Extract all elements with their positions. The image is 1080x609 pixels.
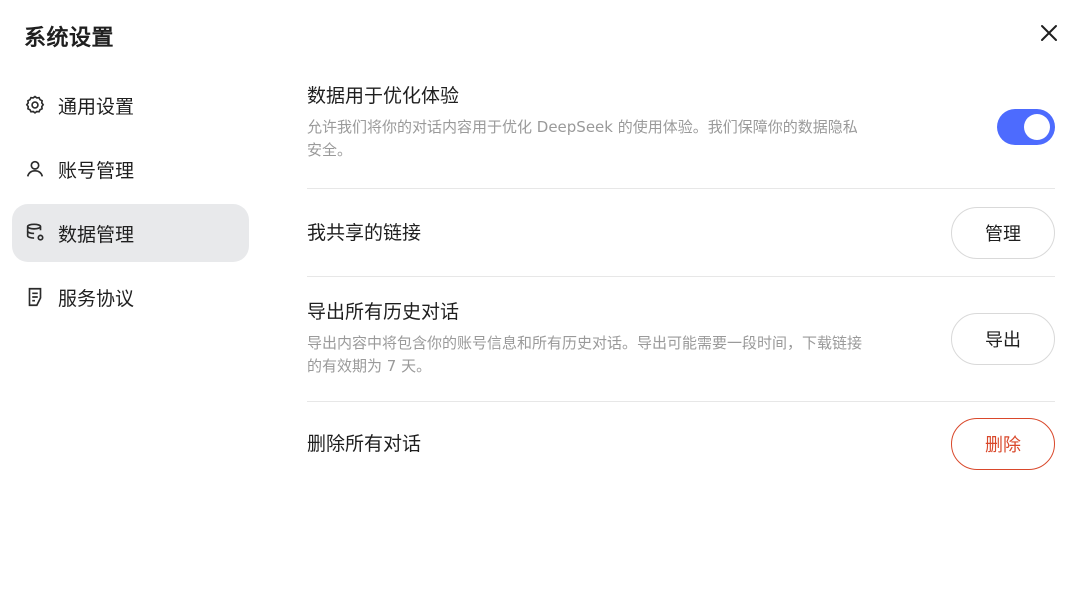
close-button[interactable] bbox=[1036, 20, 1062, 46]
delete-all-row: 删除所有对话 删除 bbox=[307, 402, 1055, 486]
optimize-experience-row: 数据用于优化体验 允许我们将你的对话内容用于优化 DeepSeek 的使用体验。… bbox=[307, 76, 1055, 189]
database-icon bbox=[24, 222, 46, 244]
optimize-title: 数据用于优化体验 bbox=[307, 85, 460, 107]
sidebar-item-data[interactable]: 数据管理 bbox=[12, 204, 249, 262]
export-history-row: 导出所有历史对话 导出内容中将包含你的账号信息和所有历史对话。导出可能需要一段时… bbox=[307, 277, 1055, 402]
data-management-panel: 数据用于优化体验 允许我们将你的对话内容用于优化 DeepSeek 的使用体验。… bbox=[307, 76, 1055, 486]
sidebar-item-label: 通用设置 bbox=[58, 95, 135, 118]
export-description: 导出内容中将包含你的账号信息和所有历史对话。导出可能需要一段时间，下载链接的有效… bbox=[307, 334, 863, 375]
sidebar: 通用设置 账号管理 数据管理 服务协议 bbox=[12, 76, 249, 332]
page-title: 系统设置 bbox=[24, 26, 115, 51]
manage-button[interactable]: 管理 bbox=[951, 206, 1055, 259]
close-icon bbox=[1041, 25, 1057, 41]
user-icon bbox=[24, 158, 46, 180]
sidebar-item-account[interactable]: 账号管理 bbox=[12, 140, 249, 198]
sidebar-item-label: 服务协议 bbox=[58, 287, 135, 310]
export-button[interactable]: 导出 bbox=[951, 313, 1055, 365]
document-icon bbox=[24, 286, 46, 308]
shared-links-title: 我共享的链接 bbox=[307, 221, 422, 244]
shared-links-row: 我共享的链接 管理 bbox=[307, 189, 1055, 277]
export-title: 导出所有历史对话 bbox=[307, 301, 460, 323]
toggle-knob bbox=[1024, 114, 1050, 140]
optimize-description: 允许我们将你的对话内容用于优化 DeepSeek 的使用体验。我们保障你的数据隐… bbox=[307, 118, 858, 159]
gear-icon bbox=[24, 94, 46, 116]
sidebar-item-terms[interactable]: 服务协议 bbox=[12, 268, 249, 326]
optimize-toggle[interactable] bbox=[997, 109, 1055, 145]
delete-button[interactable]: 删除 bbox=[951, 418, 1055, 470]
delete-title: 删除所有对话 bbox=[307, 433, 422, 455]
sidebar-item-label: 数据管理 bbox=[58, 223, 135, 246]
sidebar-item-general[interactable]: 通用设置 bbox=[12, 76, 249, 134]
sidebar-item-label: 账号管理 bbox=[58, 159, 135, 182]
